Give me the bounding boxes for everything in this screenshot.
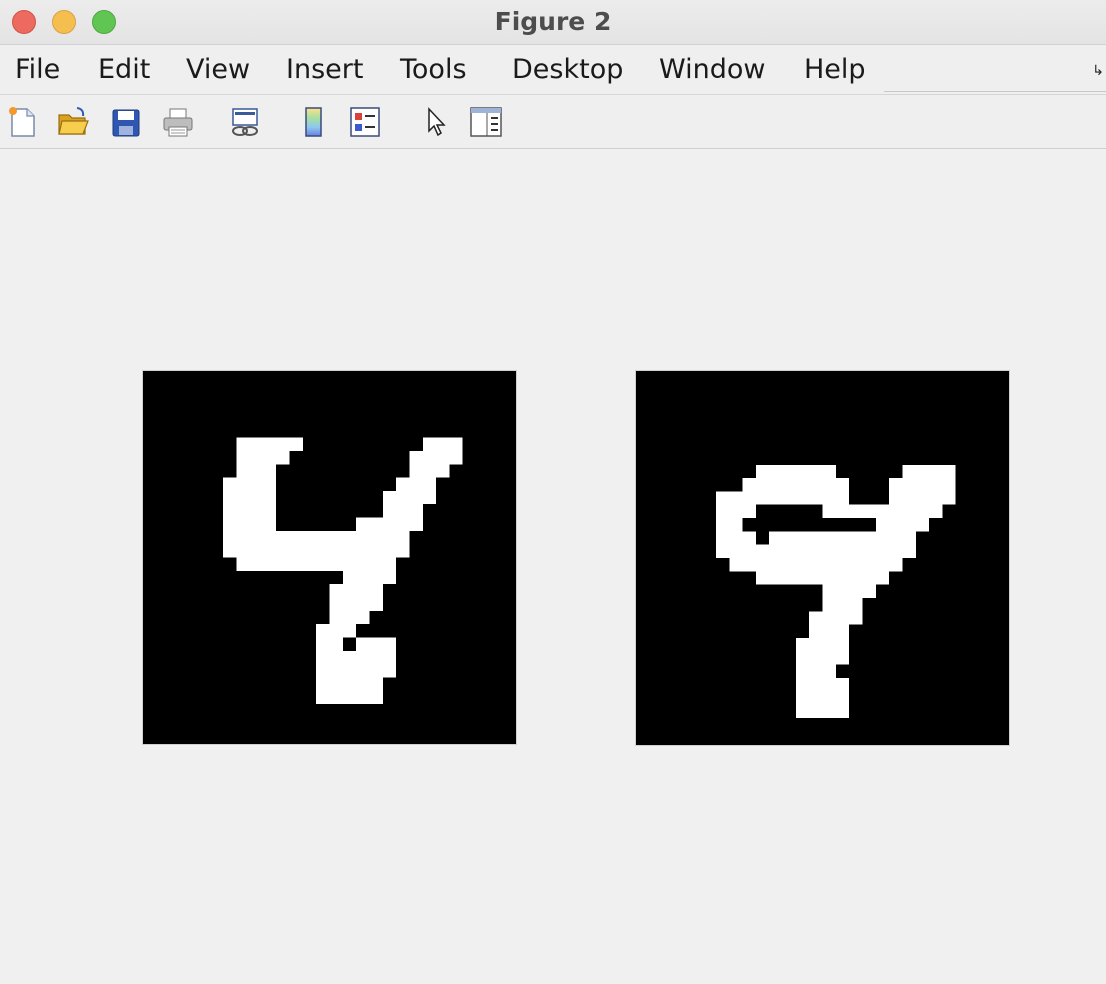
open-file-icon[interactable]: [56, 105, 90, 139]
menu-insert[interactable]: Insert: [286, 54, 363, 85]
insert-legend-icon[interactable]: [348, 105, 382, 139]
menu-window[interactable]: Window: [659, 54, 765, 85]
link-plot-icon[interactable]: [228, 105, 262, 139]
menu-file[interactable]: File: [15, 54, 60, 85]
insert-colorbar-icon[interactable]: [297, 105, 331, 139]
menu-desktop[interactable]: Desktop: [512, 54, 623, 85]
figure-toolbar: [0, 96, 1106, 149]
menu-bar: File Edit View Insert Tools Desktop Wind…: [0, 50, 1106, 95]
digit-4-strokes: [222, 437, 463, 705]
menu-help[interactable]: Help: [804, 54, 866, 85]
window-titlebar: Figure 2: [0, 0, 1106, 45]
edit-plot-pointer-icon[interactable]: [419, 105, 453, 139]
digit-image-1[interactable]: [142, 370, 517, 745]
print-figure-icon[interactable]: [161, 105, 195, 139]
menu-divider: [884, 91, 1106, 92]
new-figure-icon[interactable]: [5, 105, 39, 139]
window-title: Figure 2: [494, 7, 612, 36]
digit-9-strokes: [715, 464, 956, 718]
digit-image-2[interactable]: [635, 370, 1010, 746]
save-figure-icon[interactable]: [109, 105, 143, 139]
menu-edit[interactable]: Edit: [98, 54, 150, 85]
menu-tools[interactable]: Tools: [400, 54, 467, 85]
property-inspector-icon[interactable]: [469, 105, 503, 139]
figure-canvas[interactable]: [0, 149, 1106, 984]
menu-view[interactable]: View: [186, 54, 250, 85]
dock-arrow-icon[interactable]: ↳: [1092, 62, 1104, 79]
